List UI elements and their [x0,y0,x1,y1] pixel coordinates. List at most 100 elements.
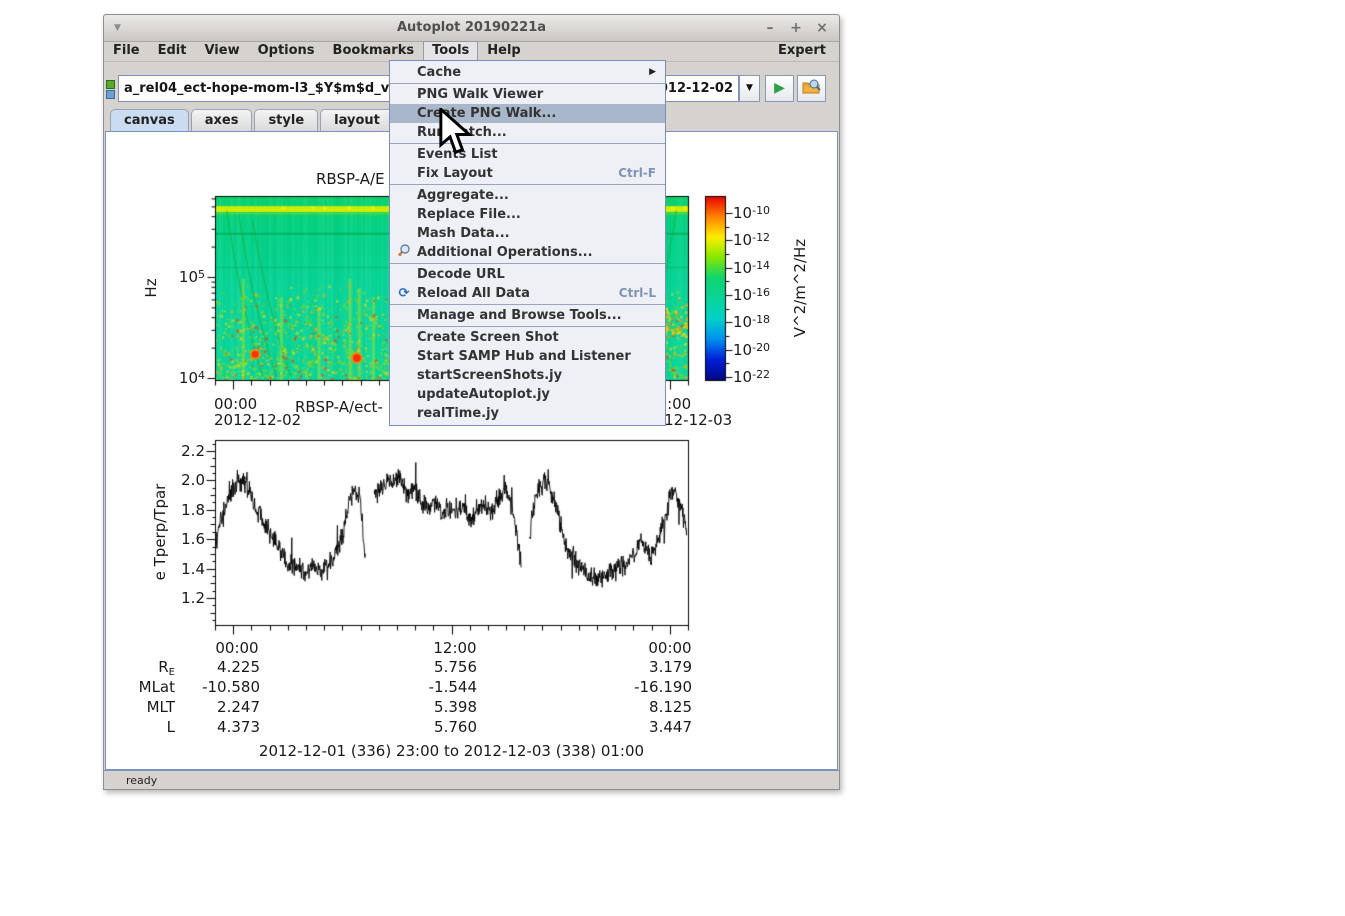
menu-item-label: updateAutoplot.jy [417,387,550,402]
menu-shortcut: Ctrl-F [618,166,656,180]
menu-item-additional-operations[interactable]: Additional Operations... [390,243,665,262]
menu-item-label: Start SAMP Hub and Listener [417,349,631,364]
colorbar-tick-5: 10-20 [733,340,771,359]
menu-item-mash-data[interactable]: Mash Data... [390,224,665,243]
menu-item-reload-all-data[interactable]: ⟳ Reload All Data Ctrl-L [390,284,665,303]
menu-item-label: Additional Operations... [417,245,593,260]
menu-item-label: Create Screen Shot [417,330,559,345]
colorbar-tick-4: 10-18 [733,313,771,332]
menu-file[interactable]: File [104,41,149,61]
axis-table-value: -10.580 [202,678,260,696]
menu-item-run-batch[interactable]: Run Batch... [390,123,665,142]
menu-item-create-png-walk[interactable]: Create PNG Walk... [390,104,665,123]
menu-separator [390,83,665,84]
menu-item-icon-slot [394,404,414,423]
menu-item-icon-slot [394,224,414,243]
menu-item-events-list[interactable]: Events List [390,145,665,164]
menu-item-start-samp-hub-and-listener[interactable]: Start SAMP Hub and Listener [390,347,665,366]
menu-item-icon-slot [394,104,414,123]
menu-item-startscreenshots-jy[interactable]: startScreenShots.jy [390,366,665,385]
menu-item-label: startScreenShots.jy [417,368,563,383]
axis-table-label-mlt: MLT [146,698,175,716]
menu-item-updateautoplot-jy[interactable]: updateAutoplot.jy [390,385,665,404]
axis-table-value: -1.544 [428,678,477,696]
line-ytick-1.6: 1.6 [181,530,205,549]
desktop: ▼ Autoplot 20190221a – + × File Edit View O… [0,0,1345,916]
menu-item-png-walk-viewer[interactable]: PNG Walk Viewer [390,85,665,104]
menu-help[interactable]: Help [478,41,529,61]
tab-canvas[interactable]: canvas [110,109,189,131]
spec-ytick-1e5: 105 [178,268,205,286]
spec-ytick-1e4: 104 [178,369,205,387]
axis-table-value: 3.447 [649,718,692,736]
tab-layout[interactable]: layout [320,109,394,131]
menu-item-label: Mash Data... [417,226,510,241]
menu-item-icon-slot [394,205,414,224]
line-xtick-2: 00:00 [648,639,692,657]
menu-item-icon-slot [394,164,414,183]
layer-blue-square-icon [106,90,115,99]
spectrogram-bottom-label: RBSP-A/ect- [295,398,383,416]
tab-axes[interactable]: axes [190,109,253,131]
status-bar: ready [104,770,839,789]
menu-item-icon-slot [394,265,414,284]
browse-button[interactable] [797,75,826,102]
colorbar-tick-1: 10-12 [733,231,771,250]
menu-item-icon-slot [394,186,414,205]
axis-table-label-mlat: MLat [138,678,175,696]
layers-icon[interactable] [106,79,116,99]
line-ytick-2.2: 2.2 [181,442,205,460]
time-range-label: 2012-12-01 (336) 23:00 to 2012-12-03 (33… [258,742,645,760]
plot-go-button[interactable]: ▶ [765,75,794,102]
line-ytick-2.0: 2.0 [181,471,205,490]
menu-item-label: Aggregate... [417,188,509,203]
axis-table-value: 4.225 [217,658,260,676]
menu-item-realtime-jy[interactable]: realTime.jy [390,404,665,423]
spectrogram-ylabel: Hz [142,278,160,298]
uri-dropdown-button[interactable]: ▼ [739,75,760,102]
menu-item-manage-and-browse-tools[interactable]: Manage and Browse Tools... [390,306,665,325]
menu-item-label: Decode URL [417,267,505,282]
menu-item-icon-slot [394,366,414,385]
menu-item-label: Replace File... [417,207,521,222]
submenu-arrow-icon: ▶ [649,67,656,77]
line-ytick-1.2: 1.2 [181,589,205,607]
menu-separator [390,143,665,144]
spec-xtick-left-date: 2012-12-02 [214,411,302,429]
expert-mode-label[interactable]: Expert [765,41,839,61]
colorbar-tick-6: 10-22 [733,367,771,386]
menu-item-aggregate[interactable]: Aggregate... [390,186,665,205]
menu-item-label: Manage and Browse Tools... [417,308,622,323]
menu-separator [390,263,665,264]
colorbar-label: V^2/m^2/Hz [791,238,809,338]
menu-item-create-screen-shot[interactable]: Create Screen Shot [390,328,665,347]
menu-item-fix-layout[interactable]: Fix Layout Ctrl-F [390,164,665,183]
colorbar-tick-3: 10-16 [733,285,771,304]
menu-separator [390,304,665,305]
axis-table-value: 4.373 [217,718,260,736]
menu-item-cache[interactable]: Cache ▶ [390,63,665,82]
close-button[interactable]: × [812,15,832,41]
axis-table-value: 3.179 [649,658,692,676]
menu-item-icon-slot [394,145,414,164]
maximize-button[interactable]: + [786,15,806,41]
tab-style[interactable]: style [254,109,319,131]
window-title: Autoplot 20190221a [396,20,547,35]
menu-edit[interactable]: Edit [149,41,196,61]
menu-item-decode-url[interactable]: Decode URL [390,265,665,284]
menu-item-icon-slot [394,63,414,82]
menu-tools[interactable]: Tools [423,41,479,61]
minimize-button[interactable]: – [760,15,780,41]
colorbar-tick-2: 10-14 [733,258,771,277]
axis-table-value: 5.756 [434,658,477,676]
menu-item-icon-slot [394,385,414,404]
reload-icon: ⟳ [398,286,410,301]
uri-text-left: a_rel04_ect-hope-mom-l3_$Y$m$d_v$(v, [124,81,417,96]
menu-bookmarks[interactable]: Bookmarks [324,41,424,61]
menu-view[interactable]: View [195,41,248,61]
menu-item-label: realTime.jy [417,406,500,421]
menu-item-icon-slot [394,347,414,366]
menu-item-replace-file[interactable]: Replace File... [390,205,665,224]
menu-options[interactable]: Options [249,41,324,61]
additional-operations-icon [394,243,414,262]
